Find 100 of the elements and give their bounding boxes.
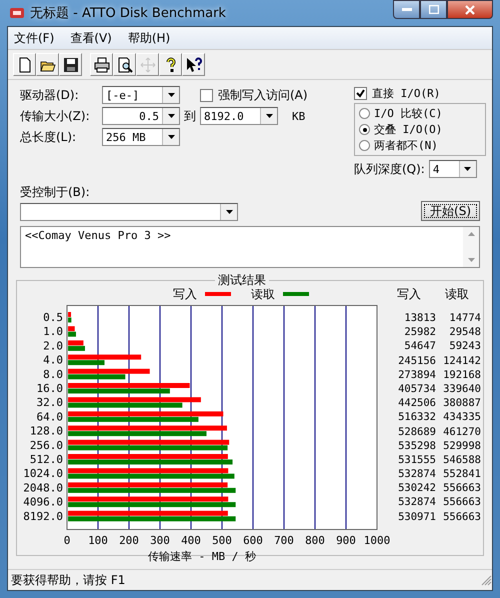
table-cell-text: 530971 bbox=[397, 510, 436, 524]
resize-grip-icon[interactable] bbox=[481, 574, 492, 586]
start-button[interactable]: 开始(S) bbox=[421, 201, 480, 221]
table-cell-text: 124142 bbox=[442, 354, 481, 368]
axis-label: 4096.0 bbox=[23, 496, 63, 509]
help-icon[interactable] bbox=[159, 53, 182, 76]
table-cell-text: 14774 bbox=[448, 311, 481, 326]
io-mode-radio[interactable]: 两者都不(N) bbox=[359, 138, 481, 153]
close-button[interactable] bbox=[447, 0, 493, 19]
unit-label: KB bbox=[292, 110, 306, 122]
table-cell-text: 556663 bbox=[442, 495, 481, 510]
dropdown-arrow-icon bbox=[464, 167, 472, 171]
table-cell-text: 546588 bbox=[442, 452, 481, 468]
menu-item[interactable]: 帮助(H) bbox=[128, 30, 170, 46]
table-cell-text: 13813 bbox=[403, 311, 436, 326]
axis-label: 256.0 bbox=[30, 438, 63, 452]
axis-label: 1024.0 bbox=[23, 467, 63, 480]
table-cell-text: 530242 bbox=[397, 481, 436, 496]
dropdown-arrow-icon bbox=[168, 93, 174, 97]
axis-label: 600 bbox=[243, 534, 263, 547]
io-mode-radio[interactable]: I/O 比较(C) bbox=[359, 106, 481, 121]
axis-label: 0.5 bbox=[43, 311, 63, 324]
new-icon[interactable] bbox=[13, 53, 36, 76]
drive-label: 驱动器(D): bbox=[20, 86, 80, 104]
table-cell-text: 556663 bbox=[442, 481, 481, 496]
axis-label: 500 bbox=[212, 534, 232, 547]
table-cell-text: 245156 bbox=[397, 354, 436, 368]
save-icon[interactable] bbox=[59, 53, 82, 76]
open-icon[interactable] bbox=[36, 53, 59, 76]
table-cell-text: 535298 bbox=[397, 438, 436, 453]
total-length-dropdown[interactable]: 256 MB bbox=[102, 128, 180, 146]
table-cell-text: 442506 bbox=[397, 396, 436, 410]
close-icon bbox=[465, 4, 475, 14]
table-cell-text: 528689 bbox=[397, 424, 436, 439]
dropdown-arrow-icon bbox=[266, 114, 272, 118]
column-header: 读取 bbox=[445, 286, 469, 302]
table-cell-text: 59243 bbox=[448, 339, 481, 354]
transfer-size-from-dropdown[interactable]: 0.5 bbox=[102, 107, 180, 125]
dropdown-arrow-icon bbox=[168, 135, 174, 139]
axis-title: 传输速率 - MB / 秒 bbox=[148, 550, 256, 563]
transfer-size-label: 传输大小(Z): bbox=[20, 108, 91, 124]
app-icon bbox=[9, 6, 25, 20]
axis-label: 1000 bbox=[364, 534, 390, 547]
to-label: 到 bbox=[184, 108, 196, 124]
maximize-button[interactable] bbox=[420, 0, 447, 19]
menu-item[interactable]: 查看(V) bbox=[70, 30, 112, 46]
table-cell-text: 532874 bbox=[397, 467, 436, 482]
table-cell-text: 556663 bbox=[442, 510, 481, 524]
axis-label: 128.0 bbox=[30, 424, 63, 438]
minimize-icon bbox=[402, 8, 412, 12]
axis-label: 900 bbox=[336, 534, 356, 547]
axis-label: 200 bbox=[119, 534, 139, 547]
scroll-down-icon[interactable] bbox=[468, 258, 474, 262]
checkmark-icon bbox=[356, 89, 365, 98]
window-title: 无标题 - ATTO Disk Benchmark bbox=[30, 5, 226, 22]
table-cell-text: 405734 bbox=[397, 382, 436, 396]
table-cell-text: 532874 bbox=[397, 495, 436, 510]
description-field[interactable]: <<Comay Venus Pro 3 >> bbox=[20, 226, 480, 268]
table-cell-text: 54647 bbox=[403, 339, 436, 354]
direct-io-checkbox[interactable]: 直接 I/O(R) bbox=[354, 86, 486, 101]
scroll-up-icon[interactable] bbox=[468, 232, 474, 236]
dropdown-arrow-icon bbox=[226, 210, 232, 214]
axis-label: 1.0 bbox=[43, 325, 63, 338]
total-length-label: 总长度(L): bbox=[20, 128, 78, 146]
scrollbar[interactable] bbox=[463, 227, 479, 267]
drive-dropdown[interactable]: [-e-] bbox=[102, 86, 180, 104]
axis-label: 2048.0 bbox=[23, 481, 63, 494]
queue-depth-dropdown[interactable]: 4 bbox=[428, 160, 477, 178]
axis-label: 700 bbox=[274, 534, 294, 547]
axis-label: 4.0 bbox=[43, 354, 63, 367]
table-cell-text: 434335 bbox=[442, 410, 481, 424]
axis-label: 100 bbox=[88, 534, 108, 547]
table-cell-text: 192168 bbox=[442, 368, 481, 382]
force-write-checkbox[interactable]: 强制写入访问(A) bbox=[200, 86, 308, 104]
preview-icon[interactable] bbox=[113, 53, 136, 76]
table-cell-text: 461270 bbox=[442, 424, 481, 439]
io-mode-radio[interactable]: 交叠 I/O(O) bbox=[359, 122, 481, 137]
menu-item[interactable]: 文件(F) bbox=[14, 30, 54, 46]
axis-label: 64.0 bbox=[36, 410, 63, 424]
table-cell-text: 531555 bbox=[397, 452, 436, 468]
table-cell-text: 339640 bbox=[442, 382, 481, 396]
axis-label: 8192.0 bbox=[23, 510, 63, 523]
transfer-size-to-dropdown[interactable]: 8192.0 bbox=[200, 107, 278, 125]
controlled-by-dropdown[interactable] bbox=[20, 203, 238, 221]
status-text: 要获得帮助，请按 F1 bbox=[11, 572, 126, 588]
table-cell-text: 273894 bbox=[397, 368, 436, 382]
table-cell-text: 552841 bbox=[442, 467, 481, 482]
maximize-icon bbox=[428, 5, 438, 14]
dropdown-arrow-icon bbox=[168, 114, 174, 118]
axis-label: 800 bbox=[305, 534, 325, 547]
context-help-icon[interactable] bbox=[182, 53, 205, 76]
axis-label: 8.0 bbox=[43, 368, 63, 381]
axis-label: 2.0 bbox=[43, 339, 63, 352]
results-title: 测试结果 bbox=[215, 272, 269, 289]
axis-label: 16.0 bbox=[36, 382, 63, 395]
legend-label: 写入 bbox=[173, 286, 197, 302]
minimize-button[interactable] bbox=[393, 0, 420, 19]
table-cell-text: 29548 bbox=[448, 325, 481, 340]
print-icon[interactable] bbox=[90, 53, 113, 76]
table-cell-text: 516332 bbox=[397, 410, 436, 424]
